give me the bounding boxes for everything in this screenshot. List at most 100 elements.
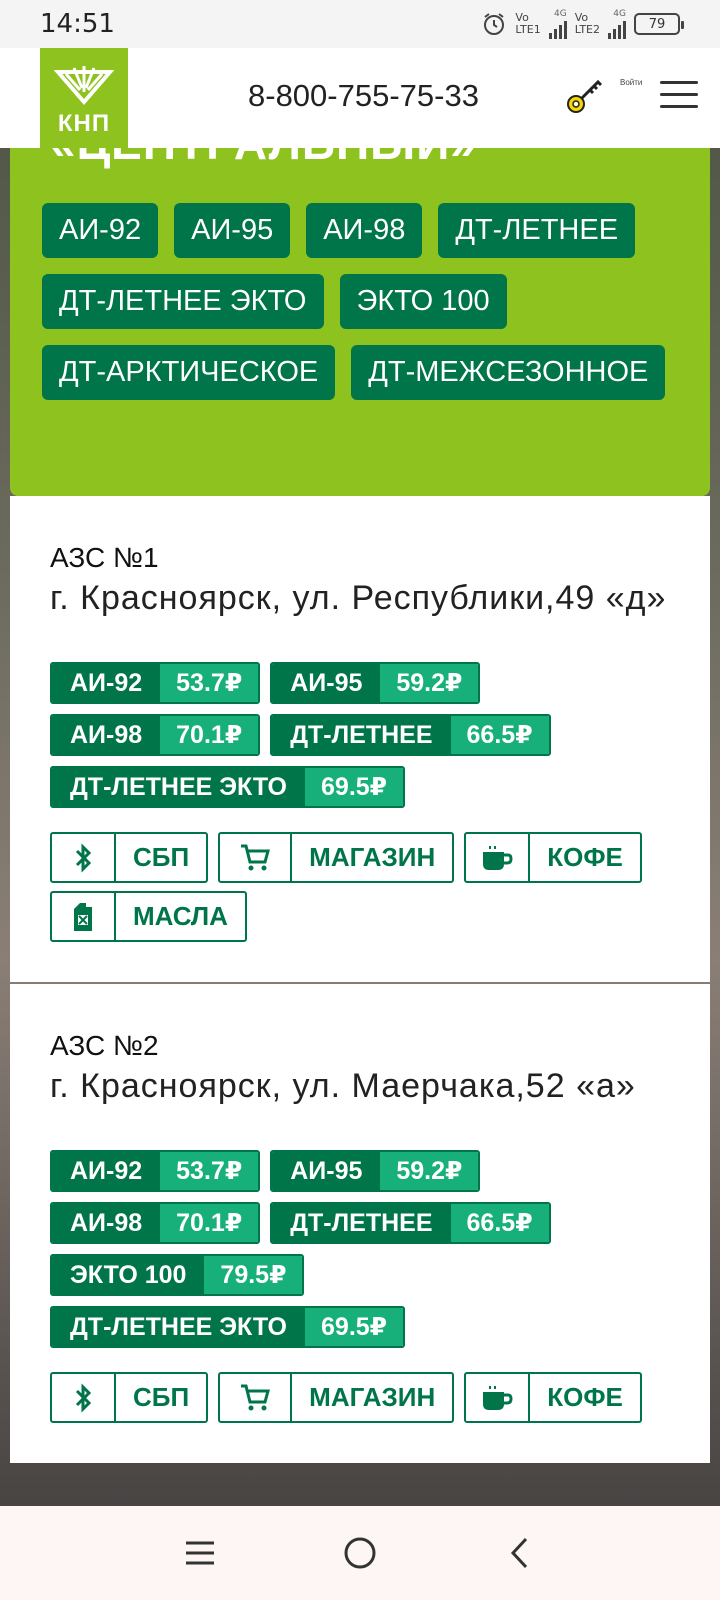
price-list: АИ-92 53.7₽ АИ-95 59.2₽ АИ-98 70.1₽ ДТ-ЛЕТН… [50,1150,650,1348]
service-sbp[interactable]: СБП [50,1372,209,1423]
service-label: МАСЛА [133,901,228,931]
fuel-price: 66.5₽ [450,1204,549,1242]
station-number: АЗС №2 [50,1030,159,1061]
fuel-tag[interactable]: ДТ-ЛЕТНЕЕ ЭКТО [42,274,324,329]
service-label: СБП [133,1382,190,1412]
fuel-price: 70.1₽ [160,716,259,754]
key-icon[interactable] [564,76,604,116]
oil-canister-icon [52,893,116,940]
signal-bars-icon [548,19,567,39]
fuel-tag-list: АИ-92 АИ-95 АИ-98 ДТ-ЛЕТНЕЕ ДТ-ЛЕТНЕЕ ЭК… [42,203,692,400]
sim2-lte-label: LTE2 [574,23,600,36]
price-chip: ДТ-ЛЕТНЕЕ 66.5₽ [270,714,551,756]
status-bar: 14:51 Vo LTE1 4G Vo LTE2 4G 79 [0,0,720,48]
alarm-icon [484,13,505,35]
panel-title: «ЦЕНТРАЛЬНЫЙ» [50,148,477,170]
fuel-price: 69.5₽ [305,768,404,806]
fuel-name: ЭКТО 100 [52,1256,205,1294]
fuel-name: АИ-92 [52,1152,161,1190]
price-chip: ДТ-ЛЕТНЕЕ ЭКТО 69.5₽ [50,1306,406,1348]
price-chip: ДТ-ЛЕТНЕЕ ЭКТО 69.5₽ [50,766,406,808]
site-header: КНП 8-800-755-75-33 Войти [0,48,720,148]
fuel-name: АИ-95 [272,1152,381,1190]
fuel-name: АИ-98 [52,716,161,754]
fuel-price: 69.5₽ [305,1308,404,1346]
home-circle-icon [344,1537,376,1569]
login-label[interactable]: Войти [620,78,642,87]
service-shop[interactable]: МАГАЗИН [218,832,455,883]
sim1-indicator: Vo LTE1 [515,12,540,36]
service-shop[interactable]: МАГАЗИН [218,1372,455,1423]
status-time: 14:51 [40,9,115,39]
cart-icon [220,1374,293,1421]
logo-text: КНП [57,110,111,137]
fuel-price: 66.5₽ [450,716,549,754]
fuel-tag[interactable]: АИ-98 [306,203,423,258]
service-list: СБП МАГАЗИН КОФЕ МАСЛА [50,832,690,942]
logo[interactable]: КНП [40,48,128,148]
price-chip: ДТ-ЛЕТНЕЕ 66.5₽ [270,1202,551,1244]
coffee-cup-icon [466,834,531,881]
sim2-network-label: 4G [613,9,626,19]
service-label: СБП [133,842,190,872]
fuel-name: ДТ-ЛЕТНЕЕ ЭКТО [52,768,306,806]
back-button[interactable] [500,1533,540,1573]
fuel-name: АИ-95 [272,664,381,702]
service-oils[interactable]: МАСЛА [50,891,247,942]
coffee-cup-icon [466,1374,531,1421]
fuel-price: 53.7₽ [160,1152,259,1190]
fuel-price: 79.5₽ [204,1256,303,1294]
hamburger-menu-icon[interactable] [660,81,698,111]
service-label: МАГАЗИН [309,842,436,872]
fuel-name: ДТ-ЛЕТНЕЕ [272,716,451,754]
price-chip: АИ-95 59.2₽ [270,1150,481,1192]
sim2-indicator: Vo LTE2 [575,12,600,36]
service-sbp[interactable]: СБП [50,832,209,883]
station-number: АЗС №1 [50,542,159,573]
station-card: АЗС №1 г. Красноярск, ул. Республики,49 … [10,496,710,982]
phone-link[interactable]: 8-800-755-75-33 [248,78,479,114]
service-coffee[interactable]: КОФЕ [464,1372,642,1423]
back-chevron-icon [510,1537,528,1569]
service-coffee[interactable]: КОФЕ [464,832,642,883]
fuel-name: АИ-92 [52,664,161,702]
sim1-network-label: 4G [554,9,567,19]
battery-level: 79 [648,16,666,32]
service-label: КОФЕ [547,1382,623,1412]
price-chip: АИ-98 70.1₽ [50,1202,261,1244]
fuel-name: ДТ-ЛЕТНЕЕ ЭКТО [52,1308,306,1346]
signal-bars-icon [608,19,626,39]
fuel-filter-panel: «ЦЕНТРАЛЬНЫЙ» АИ-92 АИ-95 АИ-98 ДТ-ЛЕТНЕ… [10,148,710,496]
service-label: МАГАЗИН [309,1382,436,1412]
fuel-tag[interactable]: АИ-95 [174,203,291,258]
system-nav-bar [0,1506,720,1600]
wheat-emblem-icon [53,66,115,106]
fuel-tag[interactable]: ЭКТО 100 [339,274,507,329]
home-button[interactable] [340,1533,380,1573]
fuel-price: 59.2₽ [380,1152,479,1190]
price-chip: АИ-92 53.7₽ [50,662,261,704]
fuel-name: ДТ-ЛЕТНЕЕ [272,1204,451,1242]
main-content: «ЦЕНТРАЛЬНЫЙ» АИ-92 АИ-95 АИ-98 ДТ-ЛЕТНЕ… [10,148,710,1463]
station-address: г. Красноярск, ул. Республики,49 «д» [50,579,667,617]
station-card: АЗС №2 г. Красноярск, ул. Маерчака,52 «а… [10,984,710,1463]
fuel-price: 59.2₽ [380,664,479,702]
fuel-tag[interactable]: ДТ-АРКТИЧЕСКОЕ [42,345,336,400]
fuel-tag[interactable]: ДТ-МЕЖСЕЗОННОЕ [351,345,666,400]
service-list: СБП МАГАЗИН КОФЕ [50,1372,690,1423]
menu-lines-icon [186,1541,214,1565]
price-chip: АИ-98 70.1₽ [50,714,261,756]
sim1-lte-label: LTE1 [515,23,541,36]
recent-apps-button[interactable] [180,1533,220,1573]
fuel-tag[interactable]: АИ-92 [42,203,159,258]
price-chip: ЭКТО 100 79.5₽ [50,1254,305,1296]
fuel-price: 70.1₽ [160,1204,259,1242]
bluetooth-icon [52,834,116,881]
bluetooth-icon [52,1374,116,1421]
cart-icon [220,834,293,881]
station-address: г. Красноярск, ул. Маерчака,52 «а» [50,1067,636,1105]
fuel-name: АИ-98 [52,1204,161,1242]
fuel-tag[interactable]: ДТ-ЛЕТНЕЕ [438,203,636,258]
service-label: КОФЕ [547,842,623,872]
price-chip: АИ-95 59.2₽ [270,662,481,704]
